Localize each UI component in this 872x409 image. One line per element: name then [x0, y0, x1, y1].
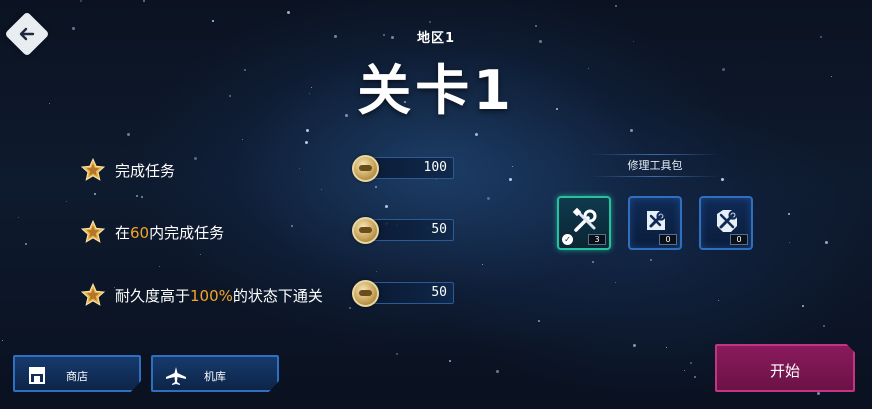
hangar-label: 机库 — [204, 370, 226, 383]
background-star — [633, 344, 636, 347]
reward-bar: 100 — [366, 157, 454, 179]
background-star — [802, 305, 804, 307]
background-star — [305, 141, 308, 144]
objective-row: 在60内完成任务 50 — [80, 217, 460, 247]
background-star — [509, 178, 512, 181]
background-star — [512, 166, 513, 167]
background-star — [825, 241, 828, 244]
repair-kit-slot-2[interactable]: 0 — [628, 196, 682, 250]
star-icon — [80, 157, 106, 181]
background-star — [25, 243, 27, 245]
background-star — [143, 0, 145, 2]
item-count: 3 — [588, 234, 606, 245]
objective-text-part: 的状态下通关 — [232, 287, 323, 305]
coin-icon — [352, 217, 379, 244]
divider — [590, 154, 720, 155]
background-star — [66, 201, 67, 202]
background-star — [127, 133, 130, 136]
objective-text-part: 内完成任务 — [149, 224, 225, 242]
background-star — [650, 259, 652, 261]
divider — [590, 176, 720, 177]
background-star — [694, 376, 696, 378]
reward-display: 50 — [352, 217, 454, 244]
wrench-screwdriver-icon — [572, 207, 597, 232]
background-star — [482, 264, 483, 265]
background-star — [789, 242, 790, 243]
shop-button[interactable]: 商店 — [13, 355, 141, 392]
background-star — [475, 133, 478, 136]
background-star — [212, 20, 214, 22]
background-star — [396, 353, 398, 355]
background-star — [538, 320, 540, 322]
hangar-button[interactable]: 机库 — [151, 355, 279, 392]
objective-highlight: 100% — [190, 287, 233, 305]
background-star — [306, 129, 309, 132]
background-star — [200, 254, 201, 255]
background-star — [721, 178, 724, 181]
reward-display: 50 — [352, 280, 454, 307]
shop-label: 商店 — [66, 370, 88, 383]
background-star — [487, 197, 490, 200]
level-title: 关卡1 — [357, 59, 515, 122]
objective-row: 完成任务 100 — [80, 155, 460, 185]
background-star — [788, 213, 790, 215]
objective-text-part: 在 — [115, 224, 131, 242]
background-star — [684, 370, 685, 371]
objective-text: 在60内完成任务 — [115, 222, 224, 243]
background-star — [385, 205, 388, 208]
repair-kit-title: 修理工具包 — [627, 159, 683, 172]
background-star — [242, 139, 243, 140]
background-star — [429, 21, 431, 23]
start-button[interactable]: 开始 — [715, 344, 855, 392]
item-count: 0 — [730, 234, 748, 245]
reward-amount: 100 — [423, 160, 447, 175]
background-star — [159, 266, 160, 267]
background-star — [321, 189, 322, 190]
background-star — [718, 300, 719, 301]
background-star — [817, 392, 820, 395]
reward-bar: 50 — [366, 282, 454, 304]
background-star — [376, 271, 377, 272]
repair-kit-slot-3[interactable]: 0 — [699, 196, 753, 250]
background-star — [630, 129, 633, 132]
background-star — [141, 196, 143, 198]
background-star — [94, 193, 96, 195]
background-star — [615, 5, 617, 7]
star-icon — [80, 282, 106, 306]
item-count: 0 — [659, 234, 677, 245]
objective-highlight: 60 — [130, 224, 150, 242]
region-label: 地区1 — [416, 31, 456, 46]
objective-text: 耐久度高于100%的状态下通关 — [115, 285, 323, 306]
background-star — [823, 325, 825, 327]
objective-text: 完成任务 — [115, 160, 175, 181]
reward-amount: 50 — [431, 222, 447, 237]
background-star — [496, 370, 499, 373]
background-star — [2, 340, 3, 341]
coin-icon — [352, 280, 379, 307]
background-star — [449, 360, 451, 362]
objective-text-part: 耐久度高于 — [115, 287, 191, 305]
start-label: 开始 — [769, 362, 800, 380]
objective-row: 耐久度高于100%的状态下通关 50 — [80, 280, 460, 310]
background-star — [592, 261, 594, 263]
background-star — [375, 186, 377, 188]
star-icon — [80, 219, 106, 243]
objective-text-part: 完成任务 — [115, 162, 176, 180]
coin-icon — [352, 155, 379, 182]
background-star — [287, 11, 290, 14]
background-star — [690, 362, 692, 364]
repair-kit-slot-1[interactable]: ✓ 3 — [557, 196, 611, 250]
full-repair-icon — [717, 210, 738, 232]
reward-bar: 50 — [366, 219, 454, 241]
background-star — [136, 195, 138, 197]
background-star — [80, 0, 82, 2]
reward-display: 100 — [352, 155, 454, 182]
check-icon: ✓ — [562, 234, 573, 245]
background-star — [615, 282, 616, 283]
background-star — [666, 347, 667, 348]
background-star — [18, 217, 19, 218]
armor-repair-icon — [647, 211, 666, 230]
reward-amount: 50 — [431, 285, 447, 300]
